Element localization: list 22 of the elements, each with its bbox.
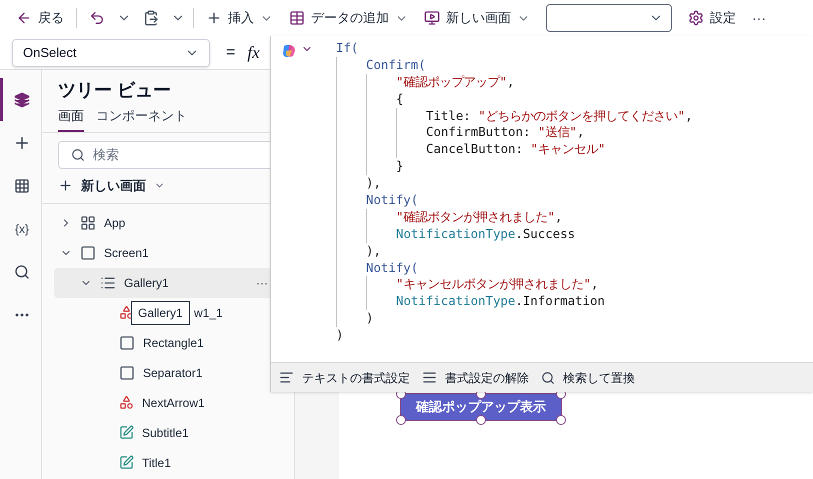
- code-line: "確認ポップアップ",: [396, 74, 514, 91]
- panel-title: ツリー ビュー: [58, 78, 172, 102]
- code-line: ),: [366, 242, 381, 260]
- code-line: {: [396, 90, 404, 108]
- code-line: NotificationType.Success: [396, 226, 576, 243]
- code-line: "キャンセルボタンが押されました",: [396, 276, 598, 294]
- fx-label: fx: [247, 42, 260, 64]
- code-line: "確認ボタンが押されました",: [396, 208, 562, 226]
- code-line: ConfirmButton: "送信",: [426, 124, 584, 142]
- code-line: If(: [336, 40, 358, 57]
- code-line: ),: [366, 175, 381, 192]
- code-line: Notify(: [366, 192, 418, 209]
- code-line: ): [336, 327, 344, 344]
- code-line: Title: "どちらかのボタンを押してください",: [426, 108, 693, 124]
- equals-sign: =: [226, 42, 236, 62]
- code-line: NotificationType.Information: [396, 293, 605, 310]
- code-line: CancelButton: "キャンセル": [426, 141, 606, 158]
- code-line: Confirm(: [366, 56, 426, 74]
- tooltip: Gallery1: [131, 300, 190, 324]
- code-line: Notify(: [366, 260, 418, 276]
- code-line: ): [366, 310, 374, 328]
- code-line: }: [396, 158, 404, 176]
